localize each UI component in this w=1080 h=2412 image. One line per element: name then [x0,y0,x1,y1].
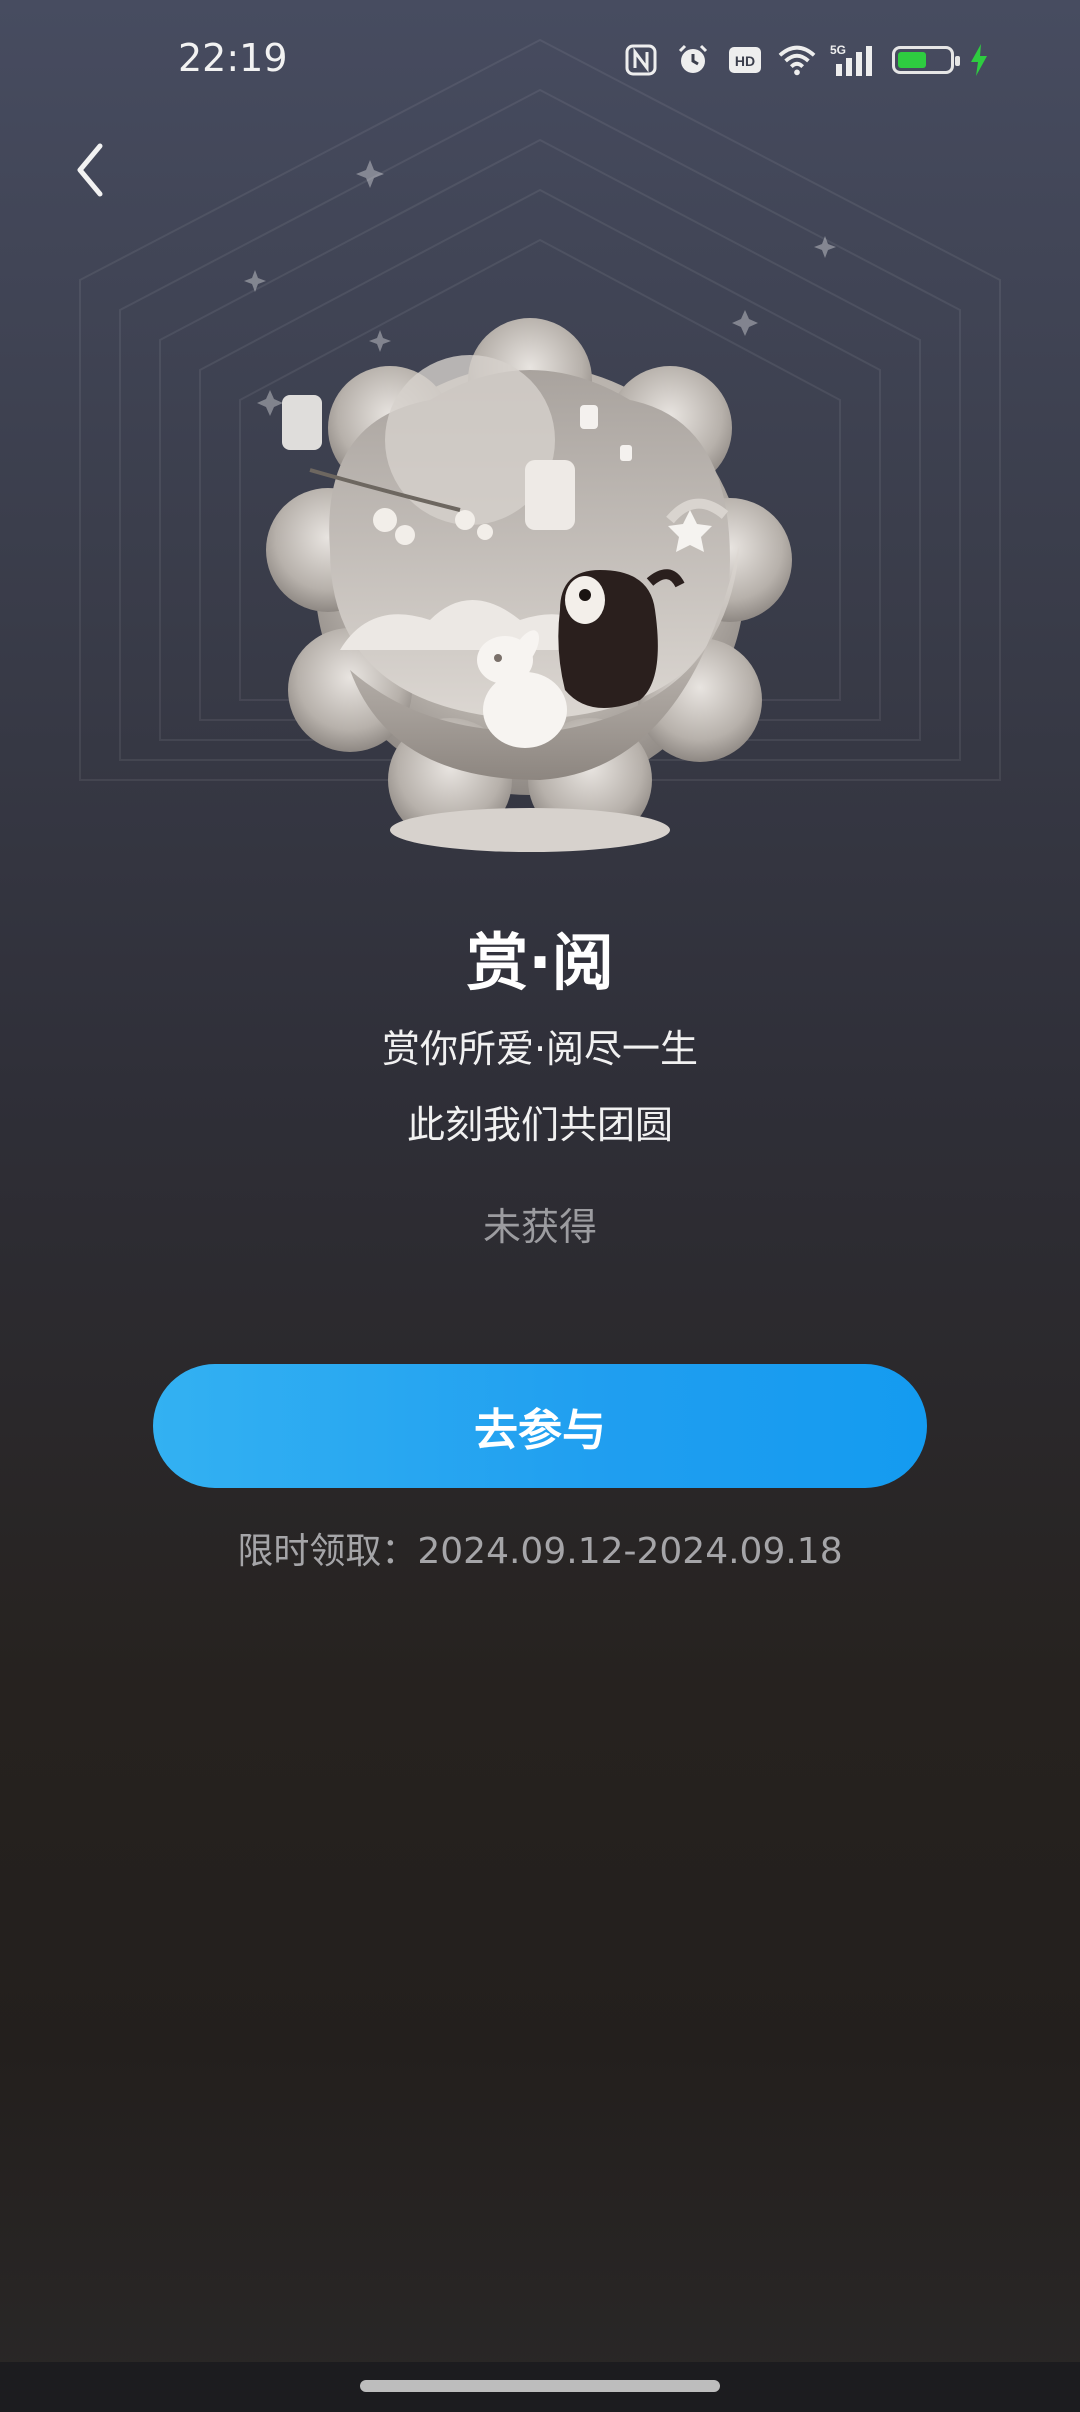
battery-icon [892,46,960,74]
status-time: 22:19 [178,36,288,80]
hd-icon: HD [726,41,764,79]
alarm-icon [674,41,712,79]
svg-text:HD: HD [735,53,755,69]
status-bar: 22:19 HD 5G [0,0,1080,120]
chevron-left-icon [77,143,103,197]
badge-subtitle: 此刻我们共团圆 [406,1103,673,1147]
nfc-icon [622,41,660,79]
claim-period: 限时领取：2024.09.12-2024.09.18 [237,1531,843,1572]
wifi-icon [778,41,816,79]
badge-title: 赏·阅 [466,926,614,999]
back-button[interactable] [62,138,118,202]
badge-status: 未获得 [482,1205,597,1249]
charging-icon [968,41,990,79]
home-indicator[interactable] [360,2380,720,2392]
badge-medal-image [266,318,792,852]
battery-level [898,52,926,68]
status-icons: HD 5G [622,38,990,82]
5g-signal-icon: 5G [830,41,878,79]
join-button[interactable]: 去参与 [153,1364,927,1488]
badge-slogan: 赏你所爱·阅尽一生 [381,1027,699,1071]
svg-text:5G: 5G [830,43,846,57]
